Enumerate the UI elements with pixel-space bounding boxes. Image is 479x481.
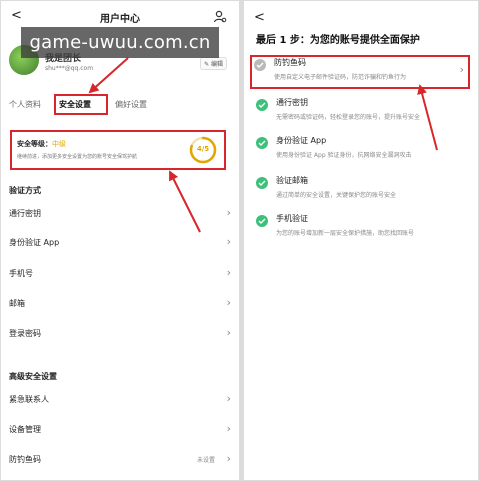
tab-highlight-box: [54, 94, 108, 115]
chevron-right-icon: ›: [226, 422, 231, 435]
item-title: 验证邮箱: [276, 176, 308, 185]
security-level-card[interactable]: 安全等级：中级 继续前进，添加更多安全设置为您的账号安全保驾护航 4/5: [10, 130, 226, 170]
item-title: 通行密钥: [276, 98, 308, 107]
item-desc: 使用自定义电子邮件验证码，防范诈骗和钓鱼行为: [274, 74, 407, 81]
tab-profile[interactable]: 个人资料: [9, 99, 41, 110]
user-center-panel: < 用户中心 我是团长 shu***@qq.com ✎ 编辑 个人资料 安全设置…: [1, 1, 239, 480]
row-label: 防钓鱼码: [9, 455, 41, 464]
item-desc: 通过简单的安全设置，关键保护您的账号安全: [276, 192, 397, 199]
chevron-right-icon: ›: [226, 235, 231, 248]
row-label: 邮箱: [9, 299, 25, 308]
email: shu***@qq.com: [45, 65, 94, 72]
row-label: 手机号: [9, 269, 33, 278]
watermark: game-uwuu.com.cn: [21, 27, 219, 58]
check-icon: [256, 177, 268, 189]
item-passkey[interactable]: 通行密钥 无需密码或验证码，轻松登录您的账号，提升账号安全: [254, 97, 470, 131]
item-desc: 使用身份验证 App 验证身份，抗网络安全漏洞攻击: [276, 152, 412, 159]
edit-profile-button[interactable]: ✎ 编辑: [200, 57, 227, 70]
security-level-label: 安全等级：中级: [17, 139, 66, 149]
advanced-header: 高级安全设置: [9, 372, 57, 381]
page-title: 用户中心: [100, 14, 140, 25]
user-settings-icon[interactable]: [213, 9, 227, 23]
security-level-text: 安全等级：: [17, 140, 52, 148]
item-desc: 为您的账号增加新一层安全保护措施，助您找回账号: [276, 230, 415, 237]
tab-preferences[interactable]: 偏好设置: [115, 99, 147, 110]
verification-header: 验证方式: [9, 186, 41, 195]
row-label: 身份验证 App: [9, 238, 60, 247]
row-device-management[interactable]: 设备管理 ›: [9, 422, 231, 438]
row-passkey[interactable]: 通行密钥 ›: [9, 206, 231, 222]
item-title: 身份验证 App: [276, 136, 327, 145]
chevron-right-icon: ›: [226, 296, 231, 309]
item-authenticator-app[interactable]: 身份验证 App 使用身份验证 App 验证身份，抗网络安全漏洞攻击: [254, 135, 470, 169]
chevron-right-icon: ›: [226, 266, 231, 279]
row-label: 设备管理: [9, 425, 41, 434]
item-anti-phishing-code[interactable]: 防钓鱼码 使用自定义电子邮件验证码，防范诈骗和钓鱼行为 ›: [250, 55, 470, 89]
chevron-right-icon: ›: [226, 452, 231, 465]
chevron-right-icon: ›: [226, 392, 231, 405]
row-emergency-contact[interactable]: 紧急联系人 ›: [9, 392, 231, 408]
item-verify-email[interactable]: 验证邮箱 通过简单的安全设置，关键保护您的账号安全: [254, 175, 470, 209]
row-authenticator-app[interactable]: 身份验证 App ›: [9, 235, 231, 251]
chevron-right-icon: ›: [226, 326, 231, 339]
security-level-value: 中级: [52, 140, 66, 148]
protection-steps-panel: < 最后 1 步：为您的账号提供全面保护 防钓鱼码 使用自定义电子邮件验证码，防…: [244, 1, 478, 480]
row-label: 紧急联系人: [9, 395, 49, 404]
check-icon: [256, 215, 268, 227]
back-button[interactable]: <: [254, 11, 265, 24]
check-icon: [254, 59, 266, 71]
check-icon: [256, 137, 268, 149]
item-verify-phone[interactable]: 手机验证 为您的账号增加新一层安全保护措施，助您找回账号: [254, 213, 470, 247]
security-score: 4/5: [196, 145, 210, 153]
row-status: 未设置: [196, 457, 215, 464]
step-title: 最后 1 步：为您的账号提供全面保护: [256, 35, 420, 46]
row-anti-phishing[interactable]: 防钓鱼码 未设置 ›: [9, 452, 231, 468]
chevron-right-icon: ›: [226, 206, 231, 219]
item-title: 手机验证: [276, 214, 308, 223]
tab-bar: 个人资料 安全设置 偏好设置: [9, 94, 231, 117]
row-label: 登录密码: [9, 329, 41, 338]
security-level-desc: 继续前进，添加更多安全设置为您的账号安全保驾护航: [17, 154, 138, 160]
check-icon: [256, 99, 268, 111]
row-login-password[interactable]: 登录密码 ›: [9, 326, 231, 342]
row-phone[interactable]: 手机号 ›: [9, 266, 231, 282]
item-desc: 无需密码或验证码，轻松登录您的账号，提升账号安全: [276, 114, 421, 121]
chevron-right-icon: ›: [459, 63, 464, 76]
row-label: 通行密钥: [9, 209, 41, 218]
item-title: 防钓鱼码: [274, 58, 306, 67]
row-email[interactable]: 邮箱 ›: [9, 296, 231, 312]
